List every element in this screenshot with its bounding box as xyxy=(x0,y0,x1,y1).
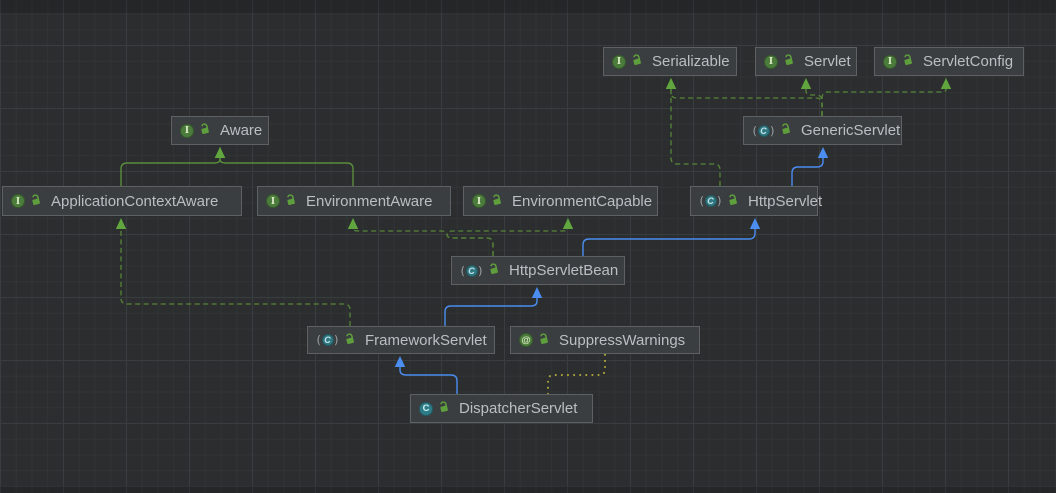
nodes-layer: I Serializable I Servlet I ServletConfig I Awar… xyxy=(0,0,1056,493)
icon-glyph: I xyxy=(764,55,778,69)
class-name-label: HttpServletBean xyxy=(509,262,618,279)
abstract-paren: ) xyxy=(770,125,775,137)
class-name-label: ApplicationContextAware xyxy=(51,193,218,210)
public-lock-icon xyxy=(533,332,550,349)
class-name-label: Aware xyxy=(220,122,262,139)
abstract-class-icon: (C) xyxy=(699,195,722,207)
class-name-label: SuppressWarnings xyxy=(559,332,685,349)
abstract-class-icon: (C) xyxy=(460,265,483,277)
icon-glyph: C xyxy=(419,402,433,416)
abstract-paren: ) xyxy=(334,334,339,346)
icon-glyph: C xyxy=(322,334,334,346)
class-name-label: GenericServlet xyxy=(801,122,900,139)
abstract-paren: ( xyxy=(700,195,705,207)
public-lock-icon xyxy=(626,53,643,70)
icon-glyph: I xyxy=(266,194,280,208)
class-node-suppress-warnings[interactable]: @ SuppressWarnings xyxy=(510,326,700,354)
class-node-dispatcher-servlet[interactable]: C DispatcherServlet xyxy=(410,394,593,423)
public-lock-icon xyxy=(897,53,914,70)
icon-glyph: @ xyxy=(519,333,533,347)
class-name-label: HttpServlet xyxy=(748,193,822,210)
public-lock-icon xyxy=(486,193,503,210)
class-node-servlet-config[interactable]: I ServletConfig xyxy=(874,47,1024,76)
annotation-icon: @ xyxy=(519,333,533,347)
icon-glyph: C xyxy=(466,265,478,277)
diagram-canvas[interactable]: I Serializable I Servlet I ServletConfig I Awar… xyxy=(0,0,1056,493)
class-node-http-servlet-bean[interactable]: (C) HttpServletBean xyxy=(451,256,625,285)
class-name-label: DispatcherServlet xyxy=(459,400,577,417)
public-lock-icon xyxy=(194,122,211,139)
abstract-paren: ( xyxy=(753,125,758,137)
class-node-application-context-aware[interactable]: I ApplicationContextAware xyxy=(2,186,242,216)
public-lock-icon xyxy=(722,193,739,210)
interface-icon: I xyxy=(472,194,486,208)
icon-glyph: C xyxy=(705,195,717,207)
interface-icon: I xyxy=(180,124,194,138)
class-icon: C xyxy=(419,402,433,416)
interface-icon: I xyxy=(612,55,626,69)
abstract-paren: ) xyxy=(478,265,483,277)
class-node-servlet[interactable]: I Servlet xyxy=(755,47,857,76)
public-lock-icon xyxy=(483,262,500,279)
class-name-label: FrameworkServlet xyxy=(365,332,487,349)
abstract-paren: ( xyxy=(461,265,466,277)
icon-glyph: I xyxy=(472,194,486,208)
public-lock-icon xyxy=(433,400,450,417)
class-node-serializable[interactable]: I Serializable xyxy=(603,47,737,76)
interface-icon: I xyxy=(883,55,897,69)
icon-glyph: I xyxy=(11,194,25,208)
icon-glyph: I xyxy=(612,55,626,69)
public-lock-icon xyxy=(25,193,42,210)
class-node-environment-aware[interactable]: I EnvironmentAware xyxy=(257,186,451,216)
public-lock-icon xyxy=(778,53,795,70)
icon-glyph: I xyxy=(883,55,897,69)
abstract-class-icon: (C) xyxy=(316,334,339,346)
interface-icon: I xyxy=(11,194,25,208)
icon-glyph: C xyxy=(758,125,770,137)
public-lock-icon xyxy=(339,332,356,349)
abstract-paren: ) xyxy=(717,195,722,207)
class-name-label: Serializable xyxy=(652,53,730,70)
class-name-label: EnvironmentCapable xyxy=(512,193,652,210)
class-node-environment-capable[interactable]: I EnvironmentCapable xyxy=(463,186,658,216)
interface-icon: I xyxy=(266,194,280,208)
class-node-generic-servlet[interactable]: (C) GenericServlet xyxy=(743,116,902,145)
interface-icon: I xyxy=(764,55,778,69)
class-name-label: EnvironmentAware xyxy=(306,193,432,210)
class-node-framework-servlet[interactable]: (C) FrameworkServlet xyxy=(307,326,495,354)
public-lock-icon xyxy=(775,122,792,139)
abstract-class-icon: (C) xyxy=(752,125,775,137)
class-node-aware[interactable]: I Aware xyxy=(171,116,269,145)
icon-glyph: I xyxy=(180,124,194,138)
class-name-label: Servlet xyxy=(804,53,851,70)
class-node-http-servlet[interactable]: (C)HttpServlet xyxy=(690,186,818,216)
abstract-paren: ( xyxy=(317,334,322,346)
public-lock-icon xyxy=(280,193,297,210)
class-name-label: ServletConfig xyxy=(923,53,1013,70)
